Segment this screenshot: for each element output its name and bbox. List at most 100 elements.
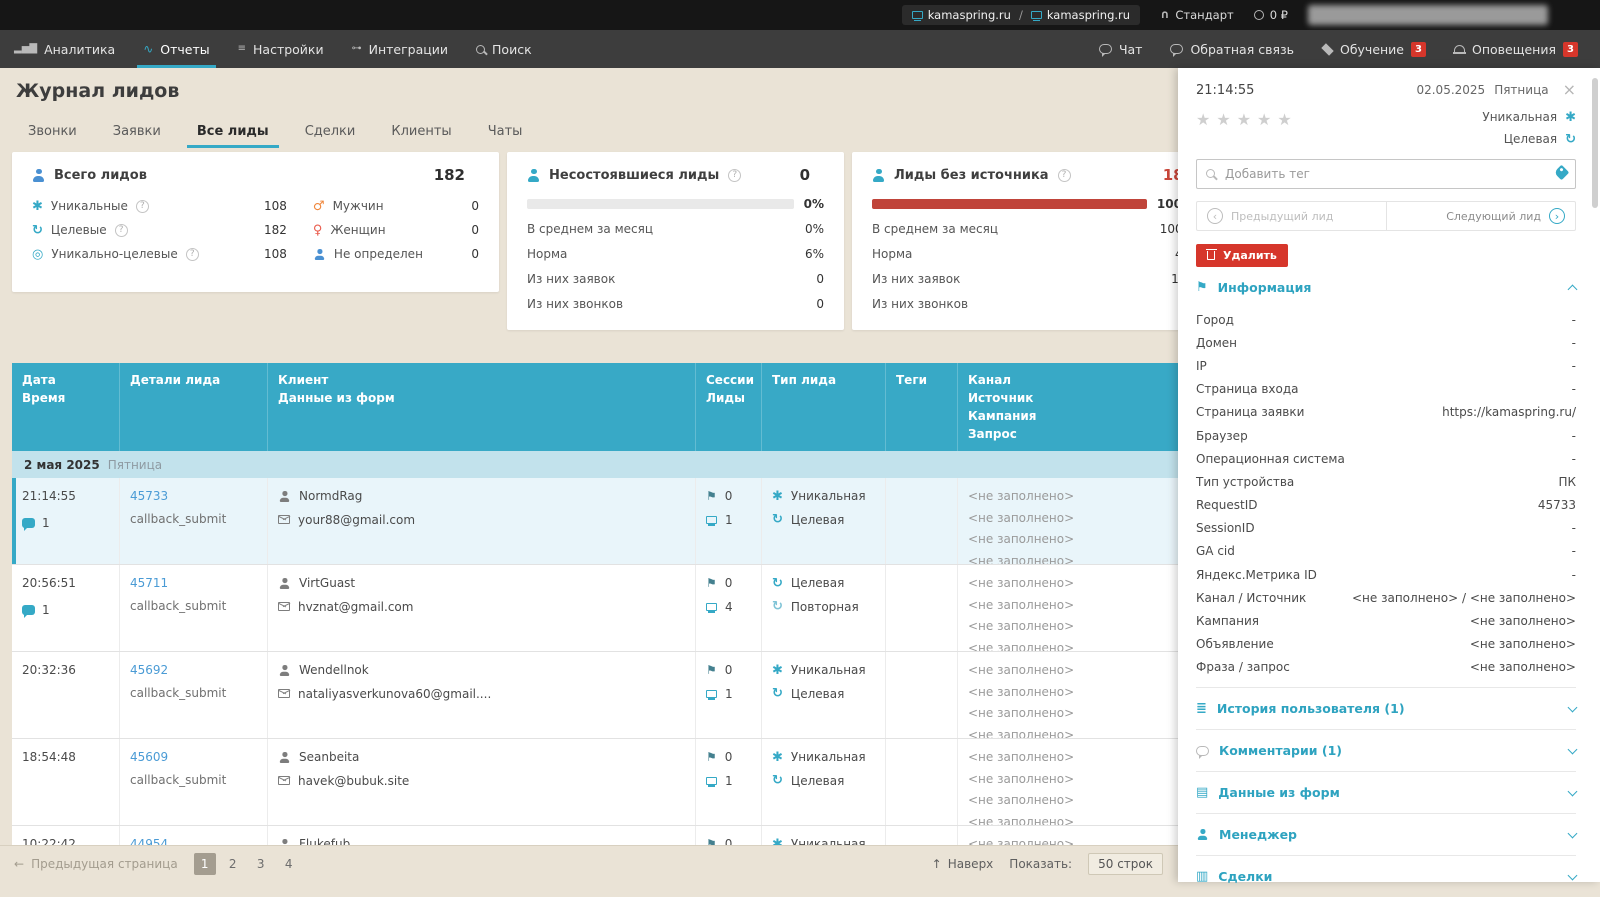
tag-input[interactable] bbox=[1196, 159, 1576, 189]
delete-label: Удалить bbox=[1223, 249, 1277, 262]
tab-all-leads[interactable]: Все лиды bbox=[197, 124, 269, 148]
target-icon: ↻ bbox=[772, 513, 783, 526]
star-icon[interactable]: ★ bbox=[1237, 110, 1251, 129]
stat-value: 0 bbox=[471, 223, 479, 237]
arrow-up-icon: ↑ bbox=[932, 858, 942, 870]
lead-id-link[interactable]: 45692 bbox=[130, 663, 168, 677]
total-leads-icon bbox=[32, 169, 45, 182]
prev-lead-button[interactable]: ‹ Предыдущий лид bbox=[1197, 202, 1387, 230]
page-size-select[interactable]: 50 строк bbox=[1088, 853, 1163, 875]
nav-item-education[interactable]: Обучение 3 bbox=[1308, 30, 1440, 68]
comment-count: 1 bbox=[42, 601, 50, 620]
nav-item-reports[interactable]: ∿ Отчеты bbox=[129, 30, 223, 68]
info-field-row: Домен - bbox=[1196, 331, 1576, 354]
site-primary[interactable]: kamaspring.ru bbox=[912, 8, 1011, 22]
stat-label: Мужчин bbox=[333, 199, 384, 213]
page-button[interactable]: 3 bbox=[250, 853, 272, 875]
nav-item-integrations[interactable]: ⊶ Интеграции bbox=[338, 30, 462, 68]
info-field-row: Яндекс.Метрика ID - bbox=[1196, 563, 1576, 586]
flag-icon: ⚑ bbox=[706, 751, 717, 763]
section-form-data[interactable]: ▤ Данные из форм bbox=[1196, 772, 1576, 813]
stat-value: 0% bbox=[805, 222, 824, 236]
help-icon[interactable]: ? bbox=[115, 224, 128, 237]
star-icon[interactable]: ★ bbox=[1277, 110, 1291, 129]
page-button[interactable]: 4 bbox=[278, 853, 300, 875]
panel-scrollbar[interactable] bbox=[1592, 78, 1598, 208]
help-icon[interactable]: ? bbox=[728, 169, 741, 182]
balance-button[interactable]: 0 ₽ bbox=[1254, 8, 1288, 22]
nav-item-search[interactable]: Поиск bbox=[462, 30, 546, 68]
tab-clients[interactable]: Клиенты bbox=[391, 124, 451, 148]
field-label: Объявление bbox=[1196, 637, 1274, 651]
flag-icon: ⚑ bbox=[706, 490, 717, 502]
leads-count: 1 bbox=[725, 772, 733, 791]
tab-chats[interactable]: Чаты bbox=[488, 124, 523, 148]
lead-id-link[interactable]: 45609 bbox=[130, 750, 168, 764]
section-manager[interactable]: Менеджер bbox=[1196, 814, 1576, 855]
chevron-up-icon bbox=[1568, 285, 1578, 295]
progress-track bbox=[527, 199, 794, 209]
col-header-details: Детали лида bbox=[120, 363, 268, 451]
section-comments[interactable]: Комментарии (1) bbox=[1196, 730, 1576, 771]
nav-item-chat[interactable]: Чат bbox=[1085, 30, 1157, 68]
nav-label: Аналитика bbox=[44, 42, 115, 57]
section-info[interactable]: ⚑ Информация bbox=[1196, 267, 1576, 308]
lead-id-link[interactable]: 45711 bbox=[130, 576, 168, 590]
lead-id-link[interactable]: 44954 bbox=[130, 837, 168, 845]
star-icon[interactable]: ★ bbox=[1196, 110, 1210, 129]
client-name: Seanbeita bbox=[299, 748, 359, 767]
field-value: https://kamaspring.ru/ bbox=[1442, 405, 1576, 419]
lead-type: Целевая bbox=[791, 574, 844, 593]
lead-id-link[interactable]: 45733 bbox=[130, 489, 168, 503]
lead-type: Целевая bbox=[791, 511, 844, 530]
progress-track bbox=[872, 199, 1147, 209]
person-icon bbox=[279, 578, 290, 589]
help-icon[interactable]: ? bbox=[1058, 169, 1071, 182]
site-secondary[interactable]: kamaspring.ru bbox=[1031, 8, 1130, 22]
monitor-icon bbox=[706, 516, 717, 524]
close-icon[interactable]: × bbox=[1563, 82, 1576, 98]
field-value: ПК bbox=[1558, 475, 1576, 489]
nav-item-alerts[interactable]: Оповещения 3 bbox=[1440, 30, 1592, 68]
chevron-down-icon bbox=[1568, 702, 1578, 712]
nav-label: Обучение bbox=[1340, 42, 1404, 57]
field-label: RequestID bbox=[1196, 498, 1258, 512]
section-deals[interactable]: ▥ Сделки bbox=[1196, 856, 1576, 897]
nav-item-feedback[interactable]: Обратная связь bbox=[1156, 30, 1308, 68]
tab-deals[interactable]: Сделки bbox=[305, 124, 356, 148]
delete-lead-button[interactable]: Удалить bbox=[1196, 244, 1288, 267]
headset-icon: ∩ bbox=[1160, 9, 1169, 21]
nav-label: Оповещения bbox=[1472, 42, 1556, 57]
star-icon[interactable]: ★ bbox=[1216, 110, 1230, 129]
next-lead-button[interactable]: Следующий лид › bbox=[1387, 202, 1576, 230]
field-value: - bbox=[1572, 382, 1576, 396]
client-name: Wendellnok bbox=[299, 661, 369, 680]
arrow-left-icon: ← bbox=[14, 858, 24, 870]
tag-manage-icon[interactable] bbox=[1556, 167, 1567, 181]
star-rating: ★ ★ ★ ★ ★ bbox=[1196, 110, 1292, 129]
to-top-button[interactable]: ↑ Наверх bbox=[932, 857, 994, 871]
help-icon[interactable]: ? bbox=[136, 200, 149, 213]
plan-button[interactable]: ∩ Стандарт bbox=[1160, 8, 1234, 22]
site-switcher: kamaspring.ru / kamaspring.ru bbox=[902, 5, 1140, 25]
tab-calls[interactable]: Звонки bbox=[28, 124, 77, 148]
person-icon bbox=[279, 752, 290, 763]
nav-item-settings[interactable]: ≡ Настройки bbox=[224, 30, 338, 68]
site-separator: / bbox=[1019, 8, 1023, 22]
field-value: - bbox=[1572, 359, 1576, 373]
female-icon: ♀ bbox=[313, 224, 323, 237]
stat-value: 182 bbox=[264, 223, 287, 237]
page-button[interactable]: 1 bbox=[194, 853, 216, 875]
star-icon[interactable]: ★ bbox=[1257, 110, 1271, 129]
info-field-row: Страница заявки https://kamaspring.ru/ bbox=[1196, 401, 1576, 424]
page-button[interactable]: 2 bbox=[222, 853, 244, 875]
prev-page-button[interactable]: ← Предыдущая страница bbox=[14, 857, 178, 871]
next-lead-label: Следующий лид bbox=[1446, 210, 1541, 223]
badge-label: Целевая bbox=[1504, 132, 1557, 146]
flag-icon: ⚑ bbox=[706, 577, 717, 589]
page-numbers: 1 2 3 4 bbox=[194, 853, 300, 875]
help-icon[interactable]: ? bbox=[186, 248, 199, 261]
tab-requests[interactable]: Заявки bbox=[113, 124, 161, 148]
section-user-history[interactable]: ≣ История пользователя (1) bbox=[1196, 688, 1576, 729]
nav-item-analytics[interactable]: ▂▅▇ Аналитика bbox=[0, 30, 129, 68]
